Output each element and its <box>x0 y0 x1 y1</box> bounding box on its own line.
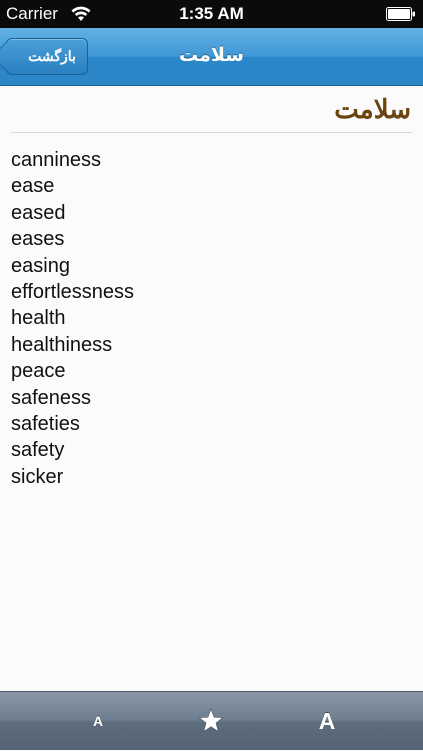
translation-item: safeties <box>11 412 80 435</box>
translation-item: effortlessness <box>11 280 135 303</box>
translation-item: health <box>11 307 66 330</box>
page-title: سلامت <box>179 44 244 66</box>
status-bar: Carrier 1:35 AM <box>0 0 423 28</box>
translation-item: healthiness <box>11 333 113 356</box>
bottom-toolbar: A A <box>0 691 423 750</box>
translation-item: ease <box>11 175 55 198</box>
decrease-font-button[interactable]: A <box>78 692 118 751</box>
translation-item: safeness <box>11 386 92 409</box>
back-button[interactable]: بازگشت <box>0 38 88 75</box>
translation-item: canniness <box>11 149 102 171</box>
increase-font-button[interactable]: A <box>307 692 347 751</box>
back-button-label: بازگشت <box>28 48 76 64</box>
translation-item: eased <box>11 201 66 224</box>
back-arrow-icon <box>0 40 24 73</box>
word-heading: سلامت <box>334 95 411 125</box>
translation-item: safety <box>11 439 65 462</box>
favorite-button[interactable] <box>191 692 231 751</box>
translation-item: eases <box>11 228 65 251</box>
translation-item: easing <box>11 254 70 277</box>
navigation-bar: بازگشت سلامت <box>0 28 423 86</box>
battery-icon <box>386 7 415 21</box>
status-time: 1:35 AM <box>179 4 244 23</box>
translation-item: sicker <box>11 465 64 488</box>
translation-item: peace <box>11 360 66 383</box>
entry-content: سلامت canniness ease eased eases easing … <box>0 87 423 691</box>
translation-list: canniness ease eased eases easing effort… <box>11 147 134 490</box>
divider <box>11 132 412 133</box>
star-icon <box>198 708 224 733</box>
